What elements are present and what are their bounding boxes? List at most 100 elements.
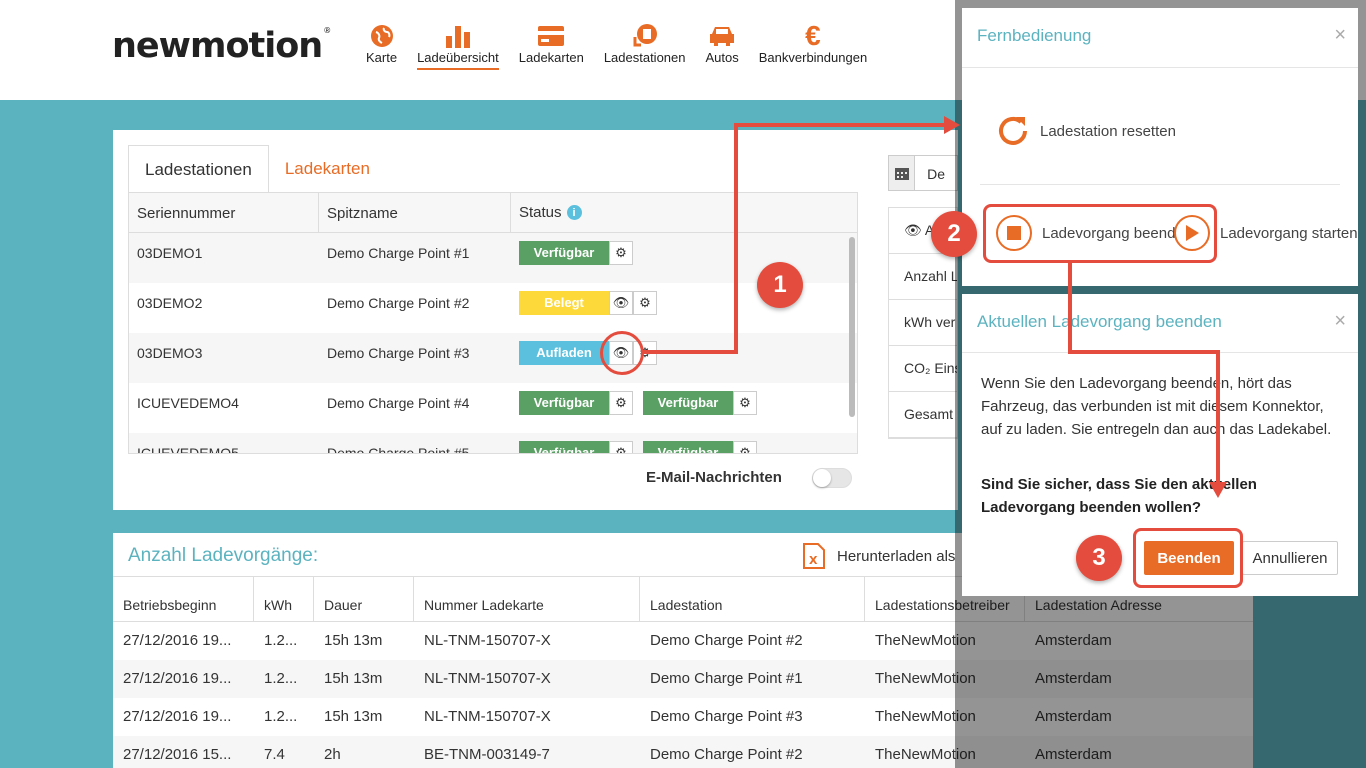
date-picker[interactable]: De <box>888 155 958 191</box>
divider <box>980 184 1340 185</box>
cell: 1.2... <box>264 632 298 649</box>
cancel-button[interactable]: Annullieren <box>1242 541 1338 575</box>
download-link[interactable]: X Herunterladen als <box>803 543 955 569</box>
grid-scrollbar[interactable] <box>849 237 855 417</box>
close-icon[interactable]: × <box>1334 310 1346 333</box>
close-icon[interactable]: × <box>1334 24 1346 47</box>
reset-label: Ladestation resetten <box>1040 122 1176 140</box>
status-badge: Belegt <box>519 291 609 315</box>
table-row[interactable]: 03DEMO3 Demo Charge Point #3 Aufladen 👁 ⚙ <box>129 333 857 383</box>
status-header-label: Status <box>519 204 562 221</box>
highlight-eye-button <box>600 331 644 375</box>
eye-icon[interactable]: 👁 <box>609 291 633 315</box>
remote-title: Fernbedienung <box>977 26 1092 45</box>
col-spitzname[interactable]: Spitzname <box>319 193 511 232</box>
divider <box>962 352 1358 353</box>
nav-label: Bankverbindungen <box>758 50 868 65</box>
cell: 27/12/2016 19... <box>123 708 232 725</box>
stations-grid: Seriennummer Spitzname Status i 03DEMO1 … <box>128 192 858 454</box>
nav-label: Ladestationen <box>603 50 686 65</box>
cell: 27/12/2016 19... <box>123 632 232 649</box>
reset-station-action[interactable]: Ladestation resetten <box>994 112 1176 150</box>
step-marker-2: 2 <box>931 211 977 257</box>
cell: Demo Charge Point #3 <box>650 708 803 725</box>
gear-icon[interactable]: ⚙ <box>633 291 657 315</box>
cell-name: Demo Charge Point #2 <box>327 295 470 311</box>
main-nav: Karte Ladeübersicht Ladekarten Ladestati… <box>356 20 877 70</box>
grid-rows: 03DEMO1 Demo Charge Point #1 Verfügbar ⚙ … <box>129 233 857 454</box>
nav-bankverbindungen[interactable]: € Bankverbindungen <box>758 20 868 70</box>
cell: 15h 13m <box>324 708 383 725</box>
divider <box>962 67 1358 68</box>
highlight-confirm-button <box>1133 528 1243 588</box>
cell: 1.2... <box>264 708 298 725</box>
col-header[interactable]: Nummer Ladekarte <box>414 577 640 621</box>
stats-item: kWh ver <box>889 300 957 346</box>
tab-ladekarten[interactable]: Ladekarten <box>269 145 386 193</box>
car-icon <box>708 22 736 50</box>
table-row[interactable]: ICUEVEDEMO5 Demo Charge Point #5 Verfügb… <box>129 433 857 454</box>
stats-item: Anzahl L <box>889 254 957 300</box>
step-marker-3: 3 <box>1076 535 1122 581</box>
col-header[interactable]: Ladestation <box>640 577 865 621</box>
gear-icon[interactable]: ⚙ <box>609 391 633 415</box>
highlight-stop-action <box>983 204 1217 263</box>
stats-item: CO₂ Eins <box>889 346 957 392</box>
cell: 27/12/2016 15... <box>123 746 232 763</box>
col-status[interactable]: Status i <box>511 193 841 232</box>
cell-name: Demo Charge Point #5 <box>327 445 470 454</box>
eye-icon: 👁 <box>904 222 922 238</box>
cell-serial: ICUEVEDEMO5 <box>137 445 239 454</box>
cell-serial: 03DEMO1 <box>137 245 203 261</box>
svg-text:X: X <box>809 554 818 567</box>
col-header[interactable]: Betriebsbeginn <box>113 577 254 621</box>
date-value: De <box>927 166 945 182</box>
status-badge: Verfügbar <box>519 241 609 265</box>
info-icon[interactable]: i <box>566 205 582 220</box>
status-badge: Verfügbar <box>643 441 733 453</box>
cell: 15h 13m <box>324 670 383 687</box>
confirm-title: Aktuellen Ladevorgang beenden <box>977 312 1222 331</box>
table-row[interactable]: 03DEMO2 Demo Charge Point #2 Belegt 👁 ⚙ <box>129 283 857 333</box>
brand-logo[interactable]: newmotion® <box>112 26 331 66</box>
refresh-icon <box>999 116 1027 145</box>
cell: 2h <box>324 746 341 763</box>
stats-item: Gesamt <box>889 392 957 438</box>
nav-label: Karte <box>366 50 398 65</box>
cell: 15h 13m <box>324 632 383 649</box>
nav-karte[interactable]: Karte <box>366 22 397 70</box>
cell-status: Aufladen 👁 ⚙ <box>511 333 841 383</box>
cell-name: Demo Charge Point #4 <box>327 395 470 411</box>
status-badge: Verfügbar <box>643 391 733 415</box>
gear-icon[interactable]: ⚙ <box>609 241 633 265</box>
step-marker-1: 1 <box>757 262 803 308</box>
tab-ladestationen[interactable]: Ladestationen <box>128 145 269 193</box>
nav-ladekarten[interactable]: Ladekarten <box>519 22 584 70</box>
gear-icon[interactable]: ⚙ <box>733 391 757 415</box>
nav-ladeuebersicht[interactable]: Ladeübersicht <box>417 22 499 70</box>
gear-icon[interactable]: ⚙ <box>733 441 757 453</box>
charger-icon <box>632 22 658 50</box>
col-seriennummer[interactable]: Seriennummer <box>129 193 319 232</box>
status-badge: Verfügbar <box>519 441 609 453</box>
nav-label: Autos <box>705 50 739 65</box>
confirm-question: Sind Sie sicher, dass Sie den aktuellen … <box>981 476 1257 516</box>
cell-serial: ICUEVEDEMO4 <box>137 395 239 411</box>
cell: NL-TNM-150707-X <box>424 632 551 649</box>
grid-header: Seriennummer Spitzname Status i <box>129 193 857 233</box>
nav-ladestationen[interactable]: Ladestationen <box>604 22 686 70</box>
table-row[interactable]: ICUEVEDEMO4 Demo Charge Point #4 Verfügb… <box>129 383 857 433</box>
station-tabs: Ladestationen Ladekarten <box>128 145 386 193</box>
table-row[interactable]: 03DEMO1 Demo Charge Point #1 Verfügbar ⚙ <box>129 233 857 283</box>
col-header[interactable]: Dauer <box>314 577 414 621</box>
gear-icon[interactable]: ⚙ <box>609 441 633 453</box>
calendar-icon <box>889 156 916 190</box>
email-toggle[interactable] <box>812 468 852 488</box>
bar-chart-icon <box>445 22 471 50</box>
cell-status: Verfügbar ⚙ Verfügbar ⚙ <box>511 383 841 433</box>
cell: BE-TNM-003149-7 <box>424 746 550 763</box>
email-label: E-Mail-Nachrichten <box>646 469 782 486</box>
col-header[interactable]: kWh <box>254 577 314 621</box>
nav-autos[interactable]: Autos <box>706 22 739 70</box>
cell: 7.4 <box>264 746 285 763</box>
